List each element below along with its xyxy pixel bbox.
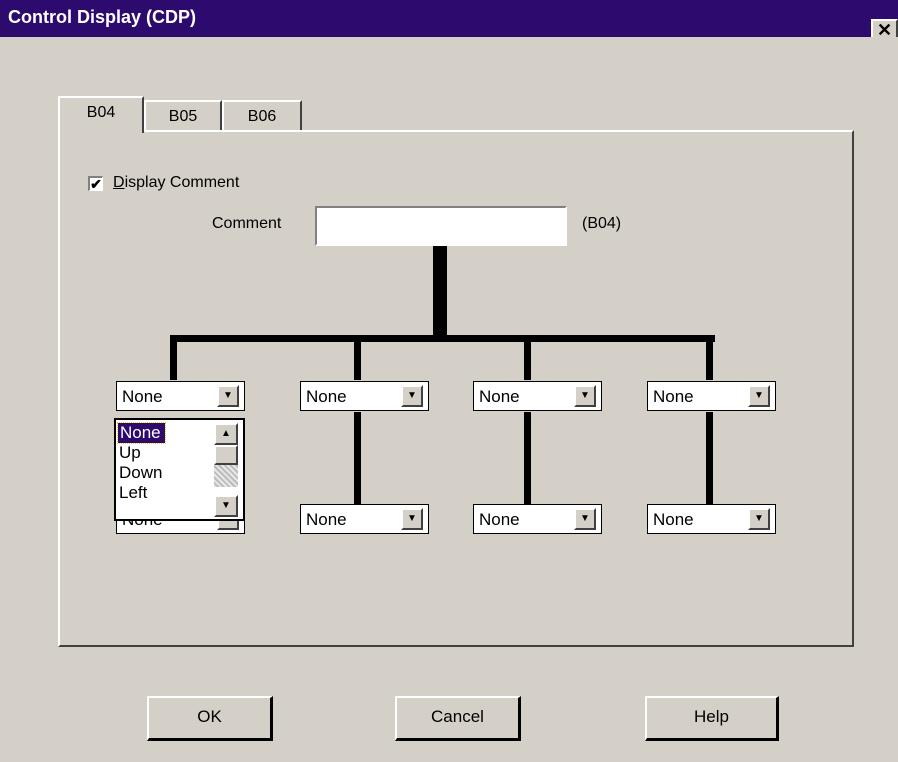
direction-select-bottom-4[interactable]: None ▼ — [647, 504, 776, 534]
branch-connector-4 — [706, 335, 713, 380]
tab-b04[interactable]: B04 — [58, 96, 144, 133]
display-comment-label[interactable]: Display Comment — [113, 174, 239, 192]
select-value: None — [122, 387, 163, 406]
window-title: Control Display (CDP) — [8, 7, 197, 27]
trunk-connector — [433, 246, 447, 338]
select-value: None — [653, 510, 694, 529]
tab-label: B04 — [86, 104, 116, 121]
title-bar: Control Display (CDP) — [0, 0, 898, 37]
branch-connector-1 — [170, 335, 177, 380]
dropdown-option-up[interactable]: Up — [119, 443, 141, 463]
select-value: None — [479, 387, 520, 406]
display-comment-checkbox[interactable]: ✔ — [88, 176, 103, 191]
branch-connector-3 — [524, 335, 531, 380]
help-button[interactable]: Help — [645, 696, 779, 741]
scrollbar-thumb[interactable] — [214, 445, 238, 465]
branch-connector-2 — [354, 335, 361, 380]
cancel-button[interactable]: Cancel — [395, 696, 521, 741]
branch-connector-5 — [354, 412, 361, 504]
ok-button[interactable]: OK — [147, 696, 273, 741]
scroll-up-icon[interactable]: ▲ — [214, 423, 238, 445]
dropdown-option-down[interactable]: Down — [119, 463, 162, 483]
comment-input[interactable] — [315, 206, 567, 246]
tab-b06[interactable]: B06 — [222, 100, 302, 132]
direction-dropdown-list[interactable]: None Up Down Left ▲ ▼ — [114, 418, 245, 521]
select-value: None — [479, 510, 520, 529]
select-value: None — [653, 387, 694, 406]
scrollbar-track[interactable] — [214, 465, 238, 487]
branch-connector-7 — [706, 412, 713, 504]
direction-select-top-1[interactable]: None ▼ — [116, 381, 245, 411]
branch-connector-6 — [524, 412, 531, 504]
tab-b05[interactable]: B05 — [144, 100, 222, 132]
chevron-down-icon[interactable]: ▼ — [574, 385, 596, 407]
direction-select-bottom-2[interactable]: None ▼ — [300, 504, 429, 534]
direction-select-bottom-3[interactable]: None ▼ — [473, 504, 602, 534]
chevron-down-icon[interactable]: ▼ — [401, 385, 423, 407]
tab-label: B05 — [168, 108, 198, 125]
scroll-down-icon[interactable]: ▼ — [214, 495, 238, 517]
chevron-down-icon[interactable]: ▼ — [574, 508, 596, 530]
select-value: None — [306, 510, 347, 529]
chevron-down-icon[interactable]: ▼ — [748, 385, 770, 407]
tab-label: B06 — [247, 108, 277, 125]
check-mark-icon: ✔ — [90, 176, 102, 192]
direction-select-top-4[interactable]: None ▼ — [647, 381, 776, 411]
dropdown-option-left[interactable]: Left — [119, 483, 147, 503]
dropdown-option-none[interactable]: None — [117, 422, 166, 444]
chevron-down-icon[interactable]: ▼ — [217, 385, 239, 407]
direction-select-top-2[interactable]: None ▼ — [300, 381, 429, 411]
comment-label: Comment — [212, 215, 282, 232]
display-comment-label-text: isplay Comment — [124, 174, 240, 191]
comment-source-label: (B04) — [582, 215, 622, 232]
direction-select-top-3[interactable]: None ▼ — [473, 381, 602, 411]
select-value: None — [306, 387, 347, 406]
horizontal-connector — [170, 335, 715, 342]
chevron-down-icon[interactable]: ▼ — [748, 508, 770, 530]
chevron-down-icon[interactable]: ▼ — [401, 508, 423, 530]
mnemonic-letter: D — [113, 174, 125, 191]
